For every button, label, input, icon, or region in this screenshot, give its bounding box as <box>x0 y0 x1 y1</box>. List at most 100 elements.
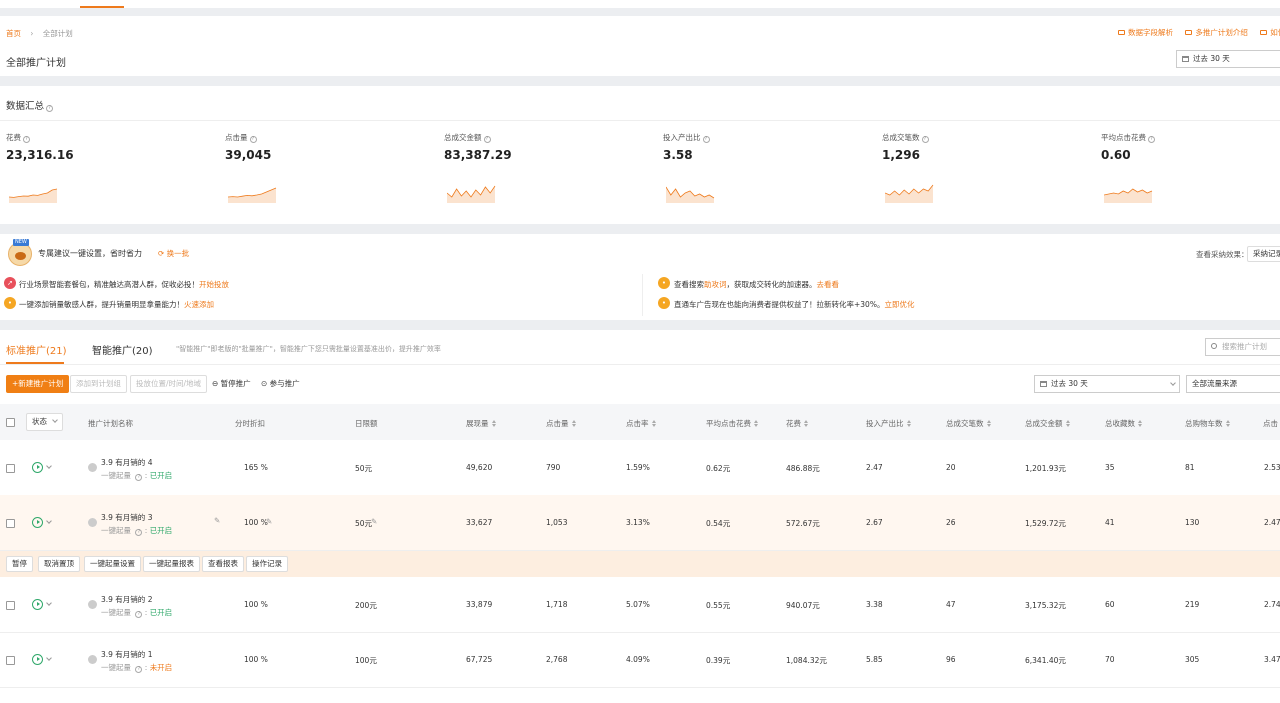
metric-value: 83,387.29 <box>444 148 512 162</box>
play-circle-icon[interactable] <box>32 654 43 665</box>
plan-sub: 一键起量 ? : 已开启 <box>101 526 173 536</box>
metric-label: 花费? <box>6 132 30 143</box>
multi-plan-link[interactable]: 多推广计划介绍 <box>1185 28 1248 37</box>
column-header: 日限额 <box>355 419 378 428</box>
column-header[interactable]: 总成交笔数 <box>946 418 992 429</box>
boost-report-button[interactable]: 一键起量报表 <box>143 556 200 572</box>
chevron-down-icon[interactable] <box>46 463 52 469</box>
cell-amount: 6,341.40元 <box>1025 656 1066 665</box>
cell-orders: 20 <box>946 463 956 472</box>
quick-add-link[interactable]: 火速添加 <box>184 300 214 309</box>
chevron-down-icon[interactable] <box>46 655 52 661</box>
row-checkbox[interactable] <box>6 601 15 610</box>
page-title: 全部推广计划 <box>6 58 66 69</box>
row-checkbox[interactable] <box>6 464 15 473</box>
go-see-link[interactable]: 去看看 <box>817 280 840 289</box>
cell-clicks: 2,768 <box>546 655 568 664</box>
tab-standard[interactable]: 标准推广(21) <box>6 342 67 364</box>
pause-button[interactable]: 暂停 <box>6 556 33 572</box>
plan-name[interactable]: 3.9 有月销的 3 <box>101 512 152 523</box>
column-header[interactable]: 总收藏数 <box>1105 418 1143 429</box>
column-header[interactable]: 花费 <box>786 418 809 429</box>
sort-icon <box>804 420 809 427</box>
summary-title: 数据汇总? <box>6 98 54 112</box>
help-icon: ? <box>135 529 143 536</box>
cell-cpc: 0.62元 <box>706 464 731 473</box>
row-checkbox[interactable] <box>6 519 15 528</box>
status-filter[interactable]: 状态 <box>26 413 63 431</box>
table-row[interactable]: 3.9 有月销的 2 一键起量 ? : 已开启 100 % 200元 33,879 1,7… <box>0 577 1280 632</box>
assist-words-link[interactable]: 助攻词 <box>704 280 727 289</box>
breadcrumb-home[interactable]: 首页 <box>6 29 21 38</box>
column-header[interactable]: 点击率 <box>626 418 657 429</box>
column-header: 推广计划名称 <box>88 419 133 428</box>
edit-icon[interactable]: ✎ <box>371 517 377 526</box>
column-header[interactable]: 点击 <box>1263 418 1280 429</box>
play-circle-icon[interactable] <box>32 599 43 610</box>
chevron-down-icon[interactable] <box>46 600 52 606</box>
column-header[interactable]: 平均点击花费 <box>706 418 759 429</box>
cell-cvr: 3.47% <box>1264 655 1280 664</box>
table-row[interactable]: 3.9 有月销的 3 一键起量 ? : 已开启 ✎ 100 % 50元 33,627 1,0… <box>0 495 1280 550</box>
row-checkbox[interactable] <box>6 656 15 665</box>
help-icon: ? <box>249 136 257 143</box>
edit-icon[interactable]: ✎ <box>266 517 272 526</box>
help-icon: ? <box>1148 136 1155 143</box>
plan-search-input[interactable]: 搜索推广计划 <box>1205 338 1280 356</box>
select-all-checkbox[interactable] <box>6 418 15 427</box>
placement-button[interactable]: 投放位置/时间/地域 <box>130 375 208 393</box>
join-promo-button[interactable]: ⊙ 参与推广 <box>261 379 300 389</box>
header-date-picker[interactable]: 过去 30 天 <box>1176 50 1280 68</box>
pause-promo-button[interactable]: ⊖ 暂停推广 <box>212 379 251 389</box>
plan-name[interactable]: 3.9 有月销的 4 <box>101 457 152 468</box>
plan-status-dot <box>88 600 97 609</box>
suggestion-1: 行业场景智能套餐包，精准触达高潜人群，促收必投！开始投放 <box>19 280 229 289</box>
cell-roi: 2.47 <box>866 463 883 472</box>
face-icon <box>15 252 26 260</box>
table-row[interactable]: 3.9 有月销的 1 一键起量 ? : 未开启 100 % 100元 67,725 2,7… <box>0 632 1280 687</box>
plans-panel: 标准推广(21) 智能推广(20) "智能推广"即老版的"批量推广"，智能推广下… <box>0 330 1280 703</box>
chevron-down-icon <box>52 417 58 423</box>
cell-cart: 305 <box>1185 655 1200 664</box>
column-header[interactable]: 投入产出比 <box>866 418 912 429</box>
unpin-button[interactable]: 取消置顶 <box>38 556 80 572</box>
calendar-icon <box>1040 381 1047 387</box>
optimize-now-link[interactable]: 立即优化 <box>884 300 914 309</box>
how-to-link[interactable]: 如何 <box>1260 28 1280 37</box>
edit-icon[interactable]: ✎ <box>214 516 220 525</box>
cell-fav: 70 <box>1105 655 1115 664</box>
cell-discount: 165 % <box>244 463 268 472</box>
boost-settings-button[interactable]: 一键起量设置 <box>84 556 141 572</box>
play-circle-icon[interactable] <box>32 517 43 528</box>
column-header[interactable]: 总成交金额 <box>1025 418 1071 429</box>
tab-smart[interactable]: 智能推广(20) <box>92 342 153 357</box>
traffic-source-select[interactable]: 全部流量来源 <box>1186 375 1280 393</box>
add-to-plan-group-button[interactable]: 添加到计划组 <box>70 375 127 393</box>
table-row[interactable]: 3.9 有月销的 4 一键起量 ? : 已开启 165 % 50元 49,620 790 1… <box>0 440 1280 495</box>
plan-name[interactable]: 3.9 有月销的 2 <box>101 594 152 605</box>
metric-value: 1,296 <box>882 148 920 162</box>
cell-cpc: 0.39元 <box>706 656 731 665</box>
start-launch-link[interactable]: 开始投放 <box>199 280 229 289</box>
play-circle-icon[interactable] <box>32 462 43 473</box>
adoption-record-button[interactable]: 采纳记录 <box>1247 246 1280 262</box>
sparkline-chart <box>666 186 715 203</box>
column-header[interactable]: 点击量 <box>546 418 577 429</box>
chevron-down-icon[interactable] <box>46 518 52 524</box>
sort-icon <box>491 420 497 427</box>
cell-impr: 33,879 <box>466 600 493 609</box>
metric-value: 39,045 <box>225 148 272 162</box>
new-plan-button[interactable]: +新建推广计划 <box>6 375 70 393</box>
operation-log-button[interactable]: 操作记录 <box>246 556 288 572</box>
view-report-button[interactable]: 查看报表 <box>202 556 244 572</box>
breadcrumb-current: 全部计划 <box>42 29 73 38</box>
table-date-picker[interactable]: 过去 30 天 <box>1034 375 1180 393</box>
field-guide-link[interactable]: 数据字段解析 <box>1118 28 1173 37</box>
column-header[interactable]: 展现量 <box>466 418 497 429</box>
refresh-button[interactable]: ⟳ 换一批 <box>158 249 189 259</box>
plan-name[interactable]: 3.9 有月销的 1 <box>101 649 152 660</box>
plan-sub: 一键起量 ? : 未开启 <box>101 663 173 673</box>
sparkline-chart <box>885 184 934 203</box>
column-header[interactable]: 总购物车数 <box>1185 418 1231 429</box>
sparkline-chart <box>228 187 277 203</box>
